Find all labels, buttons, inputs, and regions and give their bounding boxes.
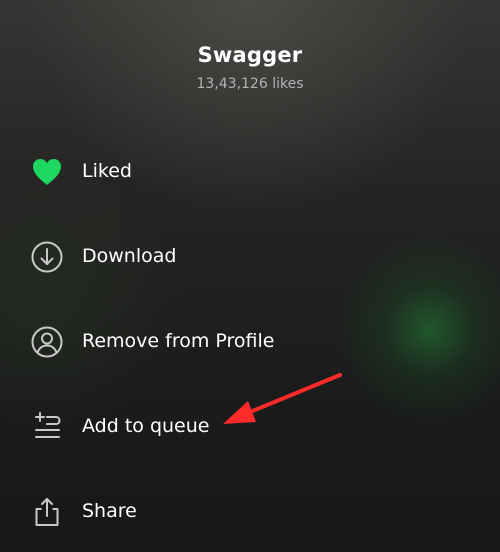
download-icon bbox=[30, 240, 64, 274]
menu-label-add-to-queue: Add to queue bbox=[82, 415, 210, 437]
menu-item-remove-from-profile[interactable]: Remove from Profile bbox=[0, 298, 500, 383]
track-likes-count: 13,43,126 likes bbox=[196, 76, 304, 92]
menu-label-download: Download bbox=[82, 245, 177, 267]
menu-item-add-to-queue[interactable]: Add to queue bbox=[0, 383, 500, 468]
share-icon bbox=[30, 495, 64, 529]
menu-item-share[interactable]: Share bbox=[0, 468, 500, 552]
menu-label-remove-from-profile: Remove from Profile bbox=[82, 330, 275, 352]
add-to-queue-icon bbox=[30, 410, 64, 444]
track-title: Swagger bbox=[197, 43, 303, 67]
heart-filled-icon bbox=[30, 155, 64, 189]
menu-item-liked[interactable]: Liked bbox=[0, 128, 500, 213]
menu-label-liked: Liked bbox=[82, 160, 132, 182]
context-menu: Liked Download Remove from Profile Add t… bbox=[0, 128, 500, 552]
profile-icon bbox=[30, 325, 64, 359]
track-header: Swagger 13,43,126 likes bbox=[0, 40, 500, 94]
menu-label-share: Share bbox=[82, 500, 137, 522]
menu-item-download[interactable]: Download bbox=[0, 213, 500, 298]
